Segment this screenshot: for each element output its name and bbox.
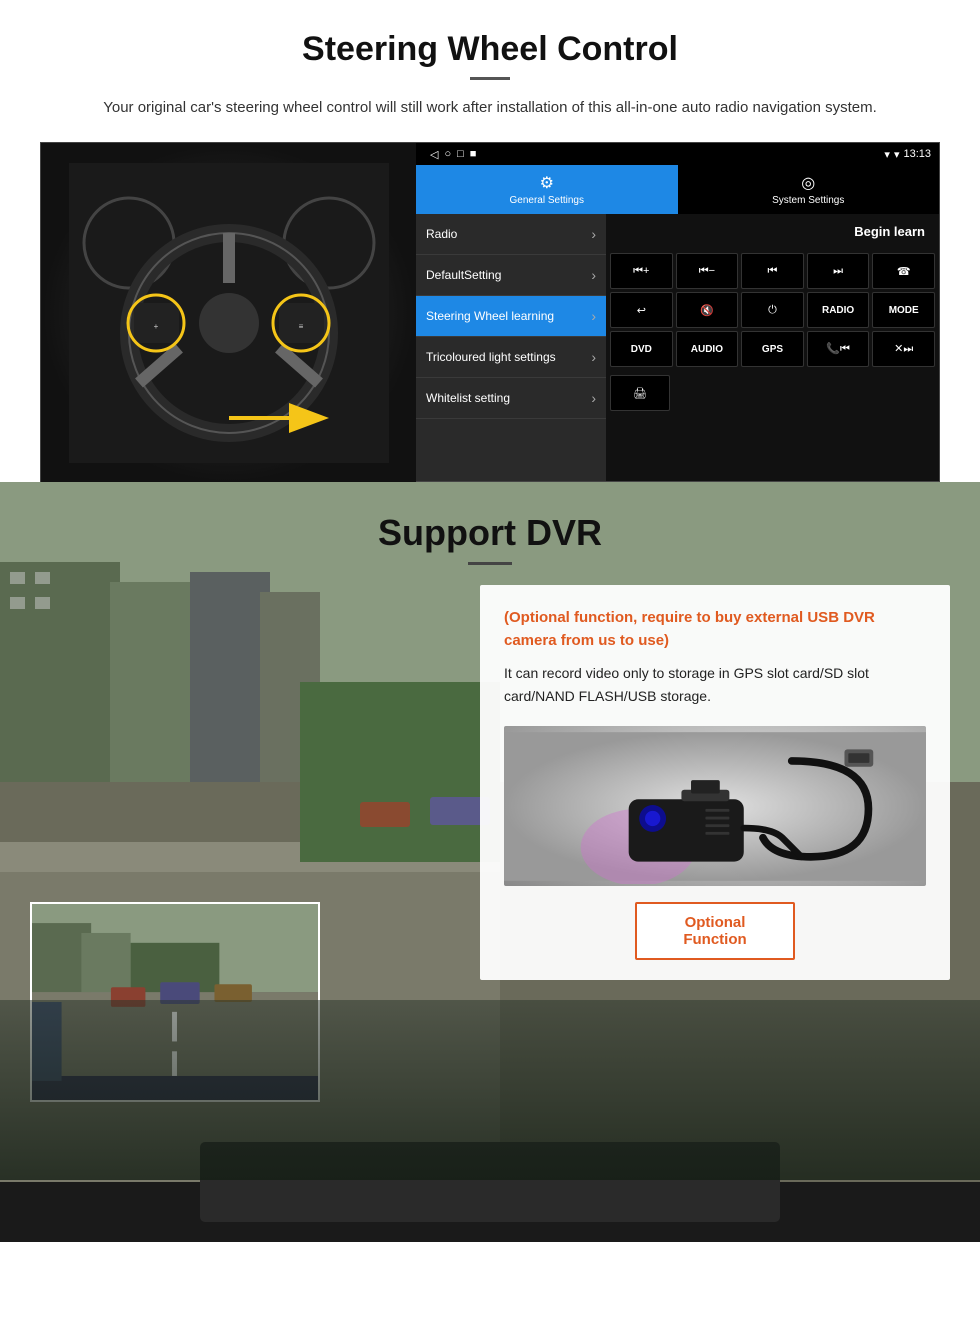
dvr-info-panel: (Optional function, require to buy exter… bbox=[480, 585, 950, 980]
menu-tricoloured-label: Tricoloured light settings bbox=[426, 350, 556, 364]
home-icon: ○ bbox=[444, 148, 451, 161]
status-bar: ◁ ○ □ ■ ▾ ▾ 13:13 bbox=[416, 143, 939, 165]
chevron-right-icon: › bbox=[591, 390, 596, 406]
steering-wheel-svg: + ≡ bbox=[69, 163, 389, 463]
subtitle-text: Your original car's steering wheel contr… bbox=[80, 96, 900, 120]
gear-icon: ⚙ bbox=[420, 173, 674, 193]
optional-highlight-text: (Optional function, require to buy exter… bbox=[504, 607, 926, 652]
dvr-section: Support DVR (Optional function, require … bbox=[0, 482, 980, 1242]
phone-btn[interactable]: ☎ bbox=[872, 253, 935, 289]
menu-item-radio[interactable]: Radio › bbox=[416, 214, 606, 255]
vol-down-btn[interactable]: ⏮− bbox=[676, 253, 739, 289]
begin-learn-row: Begin learn bbox=[606, 214, 939, 249]
clock: 13:13 bbox=[903, 148, 931, 160]
system-icon: ◎ bbox=[682, 173, 936, 193]
power-btn[interactable]: ⏻ bbox=[741, 292, 804, 328]
menu-item-defaultsetting[interactable]: DefaultSetting › bbox=[416, 255, 606, 296]
tab-system-label: System Settings bbox=[682, 195, 936, 206]
signal-icon: ▾ bbox=[884, 148, 890, 161]
camera-svg bbox=[504, 729, 926, 884]
chevron-right-icon: › bbox=[591, 308, 596, 324]
dvd-btn[interactable]: DVD bbox=[610, 331, 673, 367]
back-icon: ◁ bbox=[430, 148, 438, 161]
svg-text:≡: ≡ bbox=[298, 322, 303, 331]
vol-up-btn[interactable]: ⏮+ bbox=[610, 253, 673, 289]
menu-default-label: DefaultSetting bbox=[426, 268, 501, 282]
chevron-right-icon: › bbox=[591, 226, 596, 242]
prev-track-btn[interactable]: ⏮ bbox=[741, 253, 804, 289]
mode-btn[interactable]: MODE bbox=[872, 292, 935, 328]
recents-icon: □ bbox=[457, 148, 464, 161]
next-track-btn[interactable]: ⏭ bbox=[807, 253, 870, 289]
gps-btn[interactable]: GPS bbox=[741, 331, 804, 367]
control-panel: Begin learn ⏮+ ⏮− ⏮ ⏭ ☎ ↩ 🔇 ⏻ RADIO MODE bbox=[606, 214, 939, 481]
wifi-icon: ▾ bbox=[894, 148, 900, 161]
steering-section: Steering Wheel Control Your original car… bbox=[0, 0, 980, 482]
radio-btn[interactable]: RADIO bbox=[807, 292, 870, 328]
optional-function-button[interactable]: Optional Function bbox=[635, 902, 795, 960]
dvr-divider bbox=[468, 562, 512, 565]
ui-screenshot: + ≡ ◁ ○ □ bbox=[40, 142, 940, 482]
mute-btn[interactable]: 🔇 bbox=[676, 292, 739, 328]
menu-icon: ■ bbox=[470, 148, 477, 161]
menu-steering-label: Steering Wheel learning bbox=[426, 309, 554, 323]
settings-content: Radio › DefaultSetting › Steering Wheel … bbox=[416, 214, 939, 481]
menu-item-steering-wheel[interactable]: Steering Wheel learning › bbox=[416, 296, 606, 337]
dvr-description-text: It can record video only to storage in G… bbox=[504, 662, 926, 708]
settings-tabs: ⚙ General Settings ◎ System Settings bbox=[416, 165, 939, 214]
audio-btn[interactable]: AUDIO bbox=[676, 331, 739, 367]
menu-whitelist-label: Whitelist setting bbox=[426, 391, 510, 405]
dvr-camera-illustration bbox=[504, 726, 926, 886]
page-title: Steering Wheel Control bbox=[40, 30, 940, 69]
tab-general-label: General Settings bbox=[420, 195, 674, 206]
begin-learn-button[interactable]: Begin learn bbox=[854, 224, 925, 239]
chevron-right-icon: › bbox=[591, 267, 596, 283]
dvr-title: Support DVR bbox=[0, 512, 980, 554]
control-button-grid: ⏮+ ⏮− ⏮ ⏭ ☎ ↩ 🔇 ⏻ RADIO MODE DVD AUDIO G… bbox=[606, 249, 939, 371]
dvr-title-area: Support DVR bbox=[0, 482, 980, 575]
nav-icons: ◁ ○ □ ■ bbox=[430, 148, 476, 161]
phone-prev-btn[interactable]: 📞⏮ bbox=[807, 331, 870, 367]
menu-item-tricoloured[interactable]: Tricoloured light settings › bbox=[416, 337, 606, 378]
svg-text:+: + bbox=[153, 322, 158, 331]
dvr-bottom-area bbox=[0, 1000, 980, 1180]
print-icon-btn[interactable]: 🖨 bbox=[610, 375, 670, 411]
back-btn[interactable]: ↩ bbox=[610, 292, 673, 328]
android-ui-panel: ◁ ○ □ ■ ▾ ▾ 13:13 ⚙ General Settings ◎ S… bbox=[416, 143, 939, 481]
menu-item-whitelist[interactable]: Whitelist setting › bbox=[416, 378, 606, 419]
menu-radio-label: Radio bbox=[426, 227, 457, 241]
title-divider bbox=[470, 77, 510, 80]
steering-wheel-photo: + ≡ bbox=[41, 143, 416, 483]
chevron-right-icon: › bbox=[591, 349, 596, 365]
settings-menu: Radio › DefaultSetting › Steering Wheel … bbox=[416, 214, 606, 481]
tab-system-settings[interactable]: ◎ System Settings bbox=[678, 165, 940, 214]
x-next-btn[interactable]: ✕⏭ bbox=[872, 331, 935, 367]
tab-general-settings[interactable]: ⚙ General Settings bbox=[416, 165, 678, 214]
